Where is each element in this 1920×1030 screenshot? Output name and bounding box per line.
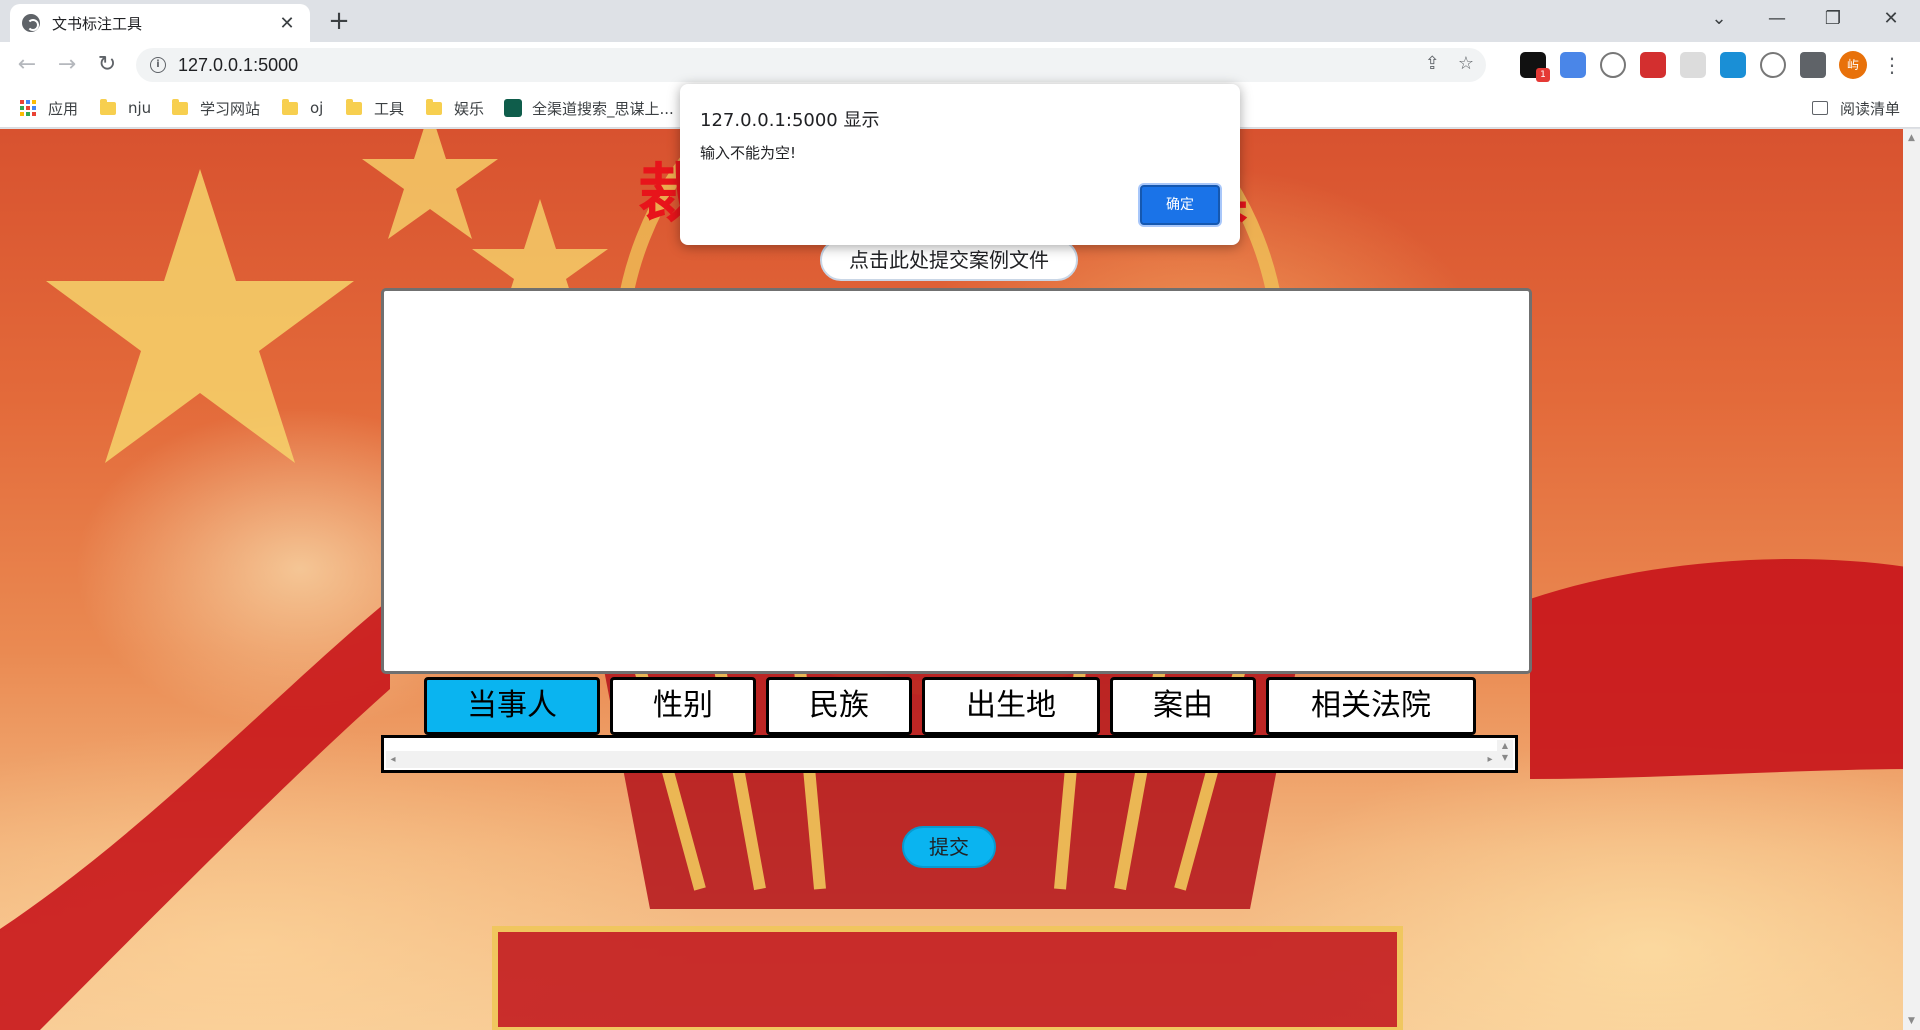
ribbon-decoration — [0, 599, 390, 1030]
tag-birthplace[interactable]: 出生地 — [922, 677, 1100, 735]
horizontal-scrollbar[interactable]: ◂ ▸ — [386, 751, 1497, 768]
avatar[interactable]: 屿 — [1839, 51, 1867, 79]
site-icon — [504, 99, 522, 117]
tag-party[interactable]: 当事人 — [424, 677, 600, 735]
puzzle-icon[interactable] — [1800, 52, 1826, 78]
minimize-button[interactable]: — — [1752, 0, 1802, 38]
reload-button[interactable]: ↻ — [92, 50, 122, 80]
tag-gender[interactable]: 性别 — [610, 677, 756, 735]
globe-icon — [22, 14, 40, 32]
bookmark-tools[interactable]: 工具 — [346, 96, 404, 120]
reading-list[interactable]: 阅读清单 — [1812, 96, 1900, 120]
page-content: 裁判文书标注工具 点击此处提交案例文件 当事人 性别 民族 出生地 案由 相关法… — [0, 129, 1920, 1030]
dialog-message: 输入不能为空! — [700, 144, 797, 162]
browser-toolbar: ← → ↻ i 127.0.0.1:5000 ⇪ ☆ 1 屿 ⋮ — [0, 42, 1920, 88]
folder-icon — [346, 98, 362, 115]
tab-strip: 文书标注工具 ✕ + ⌄ — ❐ ✕ — [0, 0, 1920, 42]
reading-list-icon — [1812, 101, 1828, 115]
address-bar[interactable]: i 127.0.0.1:5000 ⇪ ☆ — [136, 48, 1486, 82]
bookmark-search-site[interactable]: 全渠道搜索_思谋上... — [504, 96, 674, 120]
submit-button[interactable]: 提交 — [902, 826, 996, 868]
bookmark-label: 学习网站 — [200, 99, 261, 118]
tag-ethnicity[interactable]: 民族 — [766, 677, 912, 735]
bookmark-study-sites[interactable]: 学习网站 — [172, 96, 260, 120]
folder-blue-icon[interactable] — [1720, 52, 1746, 78]
tab-search-icon[interactable]: ⌄ — [1694, 0, 1744, 38]
dialog-title: 127.0.0.1:5000 显示 — [700, 110, 880, 131]
translate-icon[interactable] — [1560, 52, 1586, 78]
bookmark-label: 工具 — [374, 99, 405, 118]
bookmark-label: 全渠道搜索_思谋上... — [532, 99, 674, 118]
new-tab-button[interactable]: + — [324, 6, 354, 36]
ribbon-decoration — [1530, 559, 1920, 779]
tab-title: 文书标注工具 — [52, 14, 143, 33]
emblem-plinth-decoration — [492, 926, 1403, 1030]
bookmark-label: 娱乐 — [454, 99, 485, 118]
bookmark-entertainment[interactable]: 娱乐 — [426, 96, 484, 120]
scroll-up-icon[interactable]: ▲ — [1903, 133, 1920, 143]
browser-tab[interactable]: 文书标注工具 ✕ — [10, 4, 310, 42]
folder-icon — [282, 98, 298, 115]
bookmark-label: nju — [128, 99, 152, 117]
site-info-icon[interactable]: i — [150, 57, 166, 73]
bookmark-label: 应用 — [48, 99, 79, 118]
url-text[interactable]: 127.0.0.1:5000 — [178, 55, 298, 76]
share-icon[interactable]: ⇪ — [1425, 53, 1440, 74]
restore-button[interactable]: ❐ — [1808, 0, 1858, 38]
forward-button[interactable]: → — [52, 50, 82, 80]
annotation-output-box[interactable]: ▲ ▼ ◂ ▸ — [381, 735, 1518, 773]
page-scrollbar[interactable]: ▲ ▼ — [1903, 129, 1920, 1030]
bookmark-apps[interactable]: 应用 — [20, 96, 78, 120]
back-button[interactable]: ← — [12, 50, 42, 80]
alert-dialog: 127.0.0.1:5000 显示 输入不能为空! 确定 — [680, 84, 1240, 245]
scroll-left-icon[interactable]: ◂ — [386, 751, 400, 768]
cloud-icon-2[interactable] — [1760, 52, 1786, 78]
apps-grid-icon — [20, 100, 36, 116]
tag-related-court[interactable]: 相关法院 — [1266, 677, 1476, 735]
bookmark-label: oj — [310, 99, 324, 117]
bookmark-oj[interactable]: oj — [282, 96, 323, 120]
folder-icon — [172, 98, 188, 115]
notification-badge-icon[interactable]: 1 — [1520, 52, 1550, 82]
menu-icon[interactable]: ⋮ — [1882, 50, 1902, 80]
folder-icon — [426, 98, 442, 115]
upload-case-button[interactable]: 点击此处提交案例文件 — [820, 239, 1078, 281]
reading-list-label: 阅读清单 — [1840, 99, 1901, 118]
cloud-icon[interactable] — [1600, 52, 1626, 78]
close-window-button[interactable]: ✕ — [1866, 0, 1916, 38]
bookmark-star-icon[interactable]: ☆ — [1458, 53, 1474, 74]
tag-cause[interactable]: 案由 — [1110, 677, 1256, 735]
scroll-right-icon[interactable]: ▸ — [1483, 751, 1497, 768]
dialog-ok-button[interactable]: 确定 — [1140, 185, 1220, 225]
pdf-icon[interactable] — [1640, 52, 1666, 78]
bookmark-nju[interactable]: nju — [100, 96, 151, 120]
tab-close-icon[interactable]: ✕ — [276, 13, 298, 34]
folder-icon — [100, 98, 116, 115]
screen-share-icon[interactable] — [1680, 52, 1706, 78]
scroll-down-icon[interactable]: ▼ — [1903, 1016, 1920, 1026]
document-textarea[interactable] — [381, 288, 1532, 674]
vertical-scroll-arrows[interactable]: ▲ ▼ — [1497, 740, 1513, 768]
